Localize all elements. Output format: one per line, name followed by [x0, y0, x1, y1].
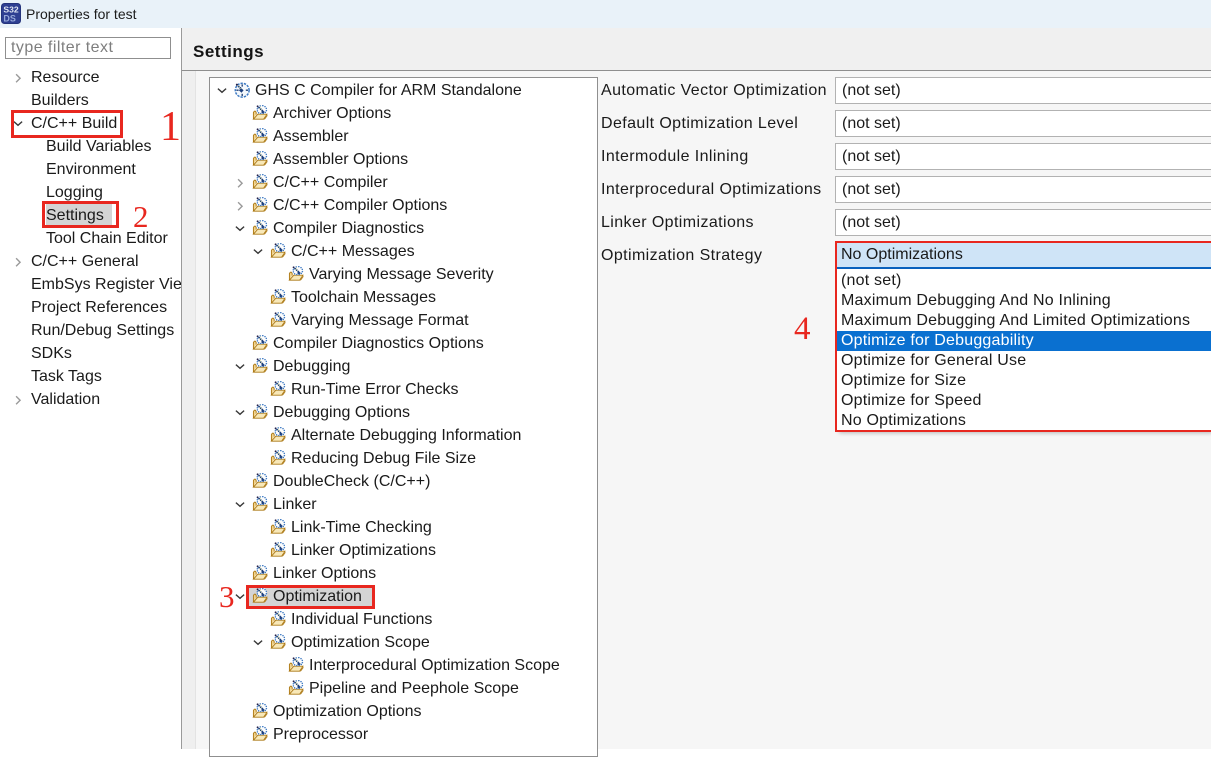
- svg-text:DS: DS: [3, 14, 16, 24]
